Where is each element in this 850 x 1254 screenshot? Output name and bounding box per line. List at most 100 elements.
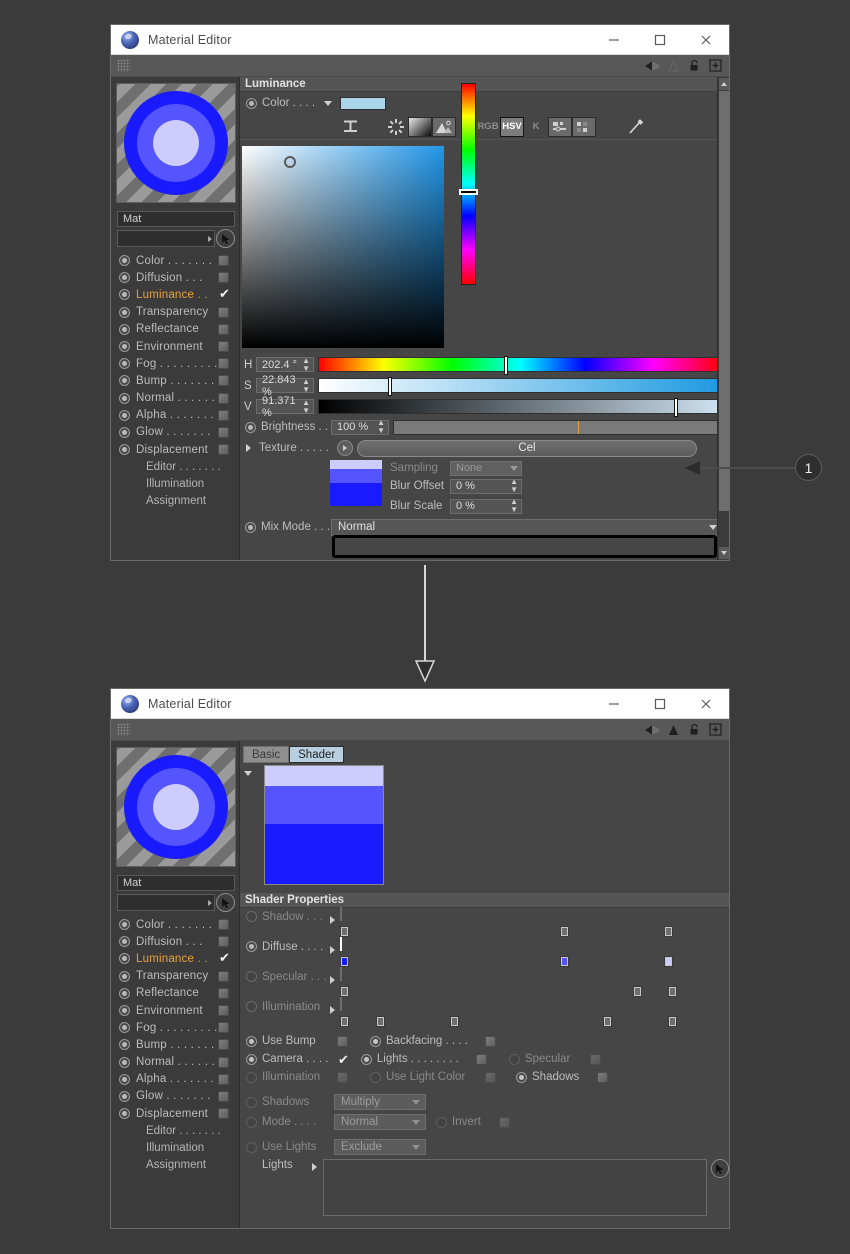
vertical-scrollbar-top[interactable] [717, 77, 729, 560]
color-wheel-icon[interactable] [384, 117, 408, 137]
specular-gradient-row[interactable]: Specular . . . [240, 967, 729, 998]
chevron-down-icon[interactable] [510, 465, 518, 471]
blur-offset-input[interactable]: 0 % ▲ ▼ [450, 478, 522, 494]
use-bump-checkbox[interactable] [337, 1035, 348, 1047]
illumination-gradient-bar[interactable] [340, 997, 721, 1027]
forward-triangle-icon[interactable] [664, 722, 682, 738]
channel-checkbox[interactable] [218, 306, 229, 318]
channel-checkbox[interactable] [218, 919, 229, 931]
lights-checkbox[interactable] [475, 1053, 487, 1065]
gradient-knot[interactable] [450, 1016, 460, 1027]
diffuse-radio-icon[interactable] [246, 941, 257, 952]
chevron-right-icon[interactable] [312, 1163, 318, 1171]
specular-option-checkbox[interactable] [589, 1053, 601, 1065]
hue-cursor[interactable] [459, 189, 478, 195]
color-row[interactable]: Color . . . . [240, 92, 729, 114]
close-button[interactable] [683, 25, 729, 54]
channel-fog[interactable]: Fog . . . . . . . . . [112, 1019, 239, 1036]
channel-checkbox[interactable] [218, 1108, 229, 1120]
mix-mode-dropdown[interactable]: Normal [331, 518, 723, 536]
color-swatch[interactable] [340, 96, 386, 110]
lock-icon[interactable] [685, 722, 703, 738]
channel-luminance[interactable]: Luminance . . ✔ [112, 950, 239, 967]
camera-checkbox-checked[interactable]: ✔ [338, 1053, 349, 1066]
channel-radio-icon[interactable] [119, 970, 130, 982]
chevron-down-icon[interactable] [324, 100, 332, 106]
channel-normal[interactable]: Normal . . . . . . [112, 1054, 239, 1071]
gradient-knot[interactable] [633, 986, 643, 997]
channel-radio-icon[interactable] [119, 919, 130, 931]
gradient-knot[interactable] [559, 956, 569, 967]
image-icon[interactable] [432, 116, 456, 137]
channel-radio-icon[interactable] [119, 323, 130, 335]
channel-checkbox[interactable] [218, 1005, 229, 1017]
specular-gradient-bar[interactable] [340, 967, 721, 997]
mode-dropdown[interactable]: Normal [334, 1114, 426, 1130]
mode-radio-icon[interactable] [246, 1116, 257, 1128]
shadow-gradient-bar[interactable] [340, 907, 721, 937]
back-arrow-icon[interactable] [643, 722, 661, 738]
pick-cursor-icon[interactable] [216, 229, 235, 248]
texture-thumbnail[interactable] [330, 460, 382, 506]
channel-color[interactable]: Color . . . . . . . [112, 916, 239, 933]
gradient-knot[interactable] [340, 926, 349, 937]
hue-bar[interactable] [461, 83, 476, 285]
channel-checkbox[interactable] [218, 1090, 229, 1102]
channel-search-row[interactable] [117, 229, 235, 248]
channel-radio-icon[interactable] [119, 1090, 130, 1102]
sidebar-item-illumination[interactable]: Illumination [112, 475, 239, 492]
channel-glow[interactable]: Glow . . . . . . . [112, 424, 239, 441]
k-icon[interactable]: K [524, 117, 548, 137]
minimize-button[interactable] [591, 25, 637, 54]
value-row[interactable]: V 91.371 % ▲ ▼ [240, 395, 729, 419]
specular-radio-icon[interactable] [246, 971, 257, 982]
channel-reflectance[interactable]: Reflectance [112, 321, 239, 338]
shader-panel[interactable]: Basic Shader Shader Properties Shadow . … [240, 741, 729, 1228]
blur-scale-input[interactable]: 0 % ▲ ▼ [450, 498, 522, 514]
search-input[interactable] [117, 894, 215, 911]
spinner-icon[interactable]: ▲ ▼ [302, 377, 310, 394]
saturation-row[interactable]: S 22.843 % ▲ ▼ [240, 374, 729, 398]
gradient-preview-block[interactable] [240, 765, 729, 885]
sidebar-item-editor[interactable]: Editor . . . . . . . [112, 1122, 239, 1139]
hue-row[interactable]: H 202.4 ° ▲ ▼ [240, 354, 729, 375]
shadows-option-checkbox[interactable] [597, 1071, 608, 1083]
channel-environment[interactable]: Environment [112, 1002, 239, 1019]
saturation-value-picker[interactable] [242, 146, 444, 348]
forward-triangle-icon[interactable] [664, 58, 682, 74]
hue-input[interactable]: 202.4 ° ▲ ▼ [256, 356, 314, 372]
use-bump-radio-icon[interactable] [246, 1035, 257, 1047]
channel-checkbox[interactable] [218, 375, 229, 387]
diffuse-gradient-track[interactable] [340, 937, 342, 951]
use-light-color-checkbox[interactable] [485, 1071, 496, 1083]
gradient-knot[interactable] [667, 986, 677, 997]
maximize-button[interactable] [637, 25, 683, 54]
material-name-field[interactable]: Mat [117, 211, 235, 227]
options-row-2[interactable]: Camera . . . . ✔ Lights . . . . . . . . … [240, 1050, 729, 1068]
options-row-1[interactable]: Use Bump Backfacing . . . . [240, 1032, 729, 1050]
channel-alpha[interactable]: Alpha . . . . . . . [112, 1071, 239, 1088]
chevron-right-icon[interactable] [330, 946, 335, 954]
channel-radio-icon[interactable] [119, 936, 130, 948]
illumination-option-radio-icon[interactable] [246, 1071, 257, 1083]
drag-grip-icon[interactable] [117, 723, 130, 736]
channel-bump[interactable]: Bump . . . . . . . [112, 372, 239, 389]
spinner-icon[interactable]: ▲ ▼ [377, 419, 385, 435]
scrollbar-thumb[interactable] [719, 91, 729, 511]
channel-glow[interactable]: Glow . . . . . . . [112, 1088, 239, 1105]
channel-diffusion[interactable]: Diffusion . . . [112, 269, 239, 286]
channel-radio-icon[interactable] [119, 953, 130, 965]
channel-checkbox[interactable] [218, 358, 229, 370]
channel-normal[interactable]: Normal . . . . . . [112, 390, 239, 407]
channel-checkbox[interactable] [218, 409, 229, 421]
lights-list-field[interactable] [323, 1159, 707, 1216]
channel-checkbox[interactable] [218, 987, 229, 999]
diffuse-gradient-bar[interactable] [340, 937, 721, 967]
maximize-button[interactable] [637, 689, 683, 718]
channel-radio-icon[interactable] [119, 289, 130, 301]
pick-cursor-icon[interactable] [710, 1159, 729, 1178]
channel-checkbox[interactable] [218, 936, 229, 948]
sidebar-item-assignment[interactable]: Assignment [112, 493, 239, 510]
sampling-dropdown[interactable]: None [450, 460, 522, 476]
hue-slider[interactable] [318, 356, 723, 375]
